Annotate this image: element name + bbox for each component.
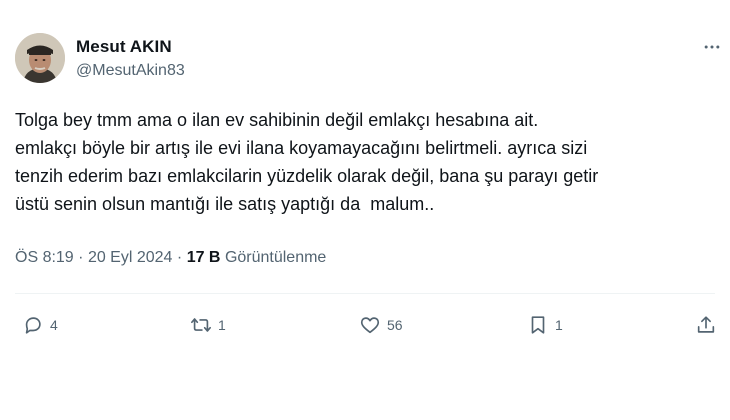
share-icon: [697, 316, 715, 333]
like-count: 56: [387, 317, 403, 333]
tweet-text-line: üstü senin olsun mantığı ile satış yaptı…: [15, 194, 435, 214]
author-handle[interactable]: @MesutAkin83: [76, 62, 185, 80]
tweet-text-line: tenzih ederim bazı emlakcilarin yüzdelik…: [15, 166, 599, 186]
share-button[interactable]: [695, 310, 717, 340]
tweet-text-line: emlakçı böyle bir artış ile evi ilana ko…: [15, 138, 588, 158]
meta-separator: ·: [176, 249, 183, 266]
tweet-text: Tolga bey tmm ama o ilan ev sahibinin de…: [15, 106, 715, 218]
divider: [15, 293, 715, 294]
author-display-name[interactable]: Mesut AKIN: [76, 37, 172, 57]
views-label: Görüntülenme: [224, 249, 327, 266]
reply-count: 4: [50, 317, 58, 333]
views-count[interactable]: 17 B: [187, 249, 221, 266]
meta-separator: ·: [78, 249, 84, 266]
bookmark-icon: [531, 316, 545, 334]
retweet-button[interactable]: 1: [190, 310, 226, 340]
bookmark-button[interactable]: 1: [527, 310, 563, 340]
action-bar: 4 1 56 1: [0, 310, 730, 340]
more-horizontal-icon: [704, 45, 720, 49]
tweet-meta: ÖS 8:19 · 20 Eyl 2024 · 17 B Görüntülenm…: [15, 249, 326, 267]
retweet-count: 1: [218, 317, 226, 333]
bookmark-count: 1: [555, 317, 563, 333]
retweet-icon: [191, 318, 211, 332]
avatar-image: [15, 33, 65, 83]
like-button[interactable]: 56: [359, 310, 403, 340]
tweet-text-line: Tolga bey tmm ama o ilan ev sahibinin de…: [15, 110, 539, 130]
tweet: Mesut AKIN @MesutAkin83 Tolga bey tmm am…: [0, 0, 730, 420]
reply-icon: [25, 317, 41, 334]
avatar[interactable]: [15, 33, 65, 83]
more-options-button[interactable]: [700, 37, 724, 57]
tweet-date[interactable]: 20 Eyl 2024: [88, 249, 173, 266]
heart-icon: [360, 317, 380, 334]
tweet-time[interactable]: ÖS 8:19: [15, 249, 74, 266]
reply-button[interactable]: 4: [22, 310, 58, 340]
